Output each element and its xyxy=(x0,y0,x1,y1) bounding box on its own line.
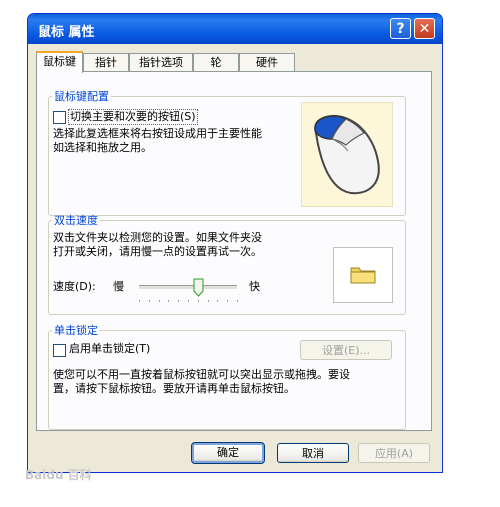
speed-label: 速度(D): xyxy=(53,280,96,293)
help-button[interactable]: ? xyxy=(390,18,411,39)
slider-tick xyxy=(237,300,238,302)
slider-tick xyxy=(158,300,160,302)
slider-tick xyxy=(197,300,199,302)
tab-pointers[interactable]: 指针 xyxy=(83,53,129,71)
slider-tick xyxy=(139,300,140,302)
button-configuration-legend: 鼠标键配置 xyxy=(54,90,109,103)
tab-hardware[interactable]: 硬件 xyxy=(239,53,295,71)
slider-tick xyxy=(178,300,180,302)
folder-icon xyxy=(350,267,376,284)
tab-panel: 鼠标键配置 切换主要和次要的按钮(S) 选择此复选框来将右按钮设成用于主要性能 … xyxy=(36,71,432,431)
cancel-button[interactable]: 取消 xyxy=(277,443,349,463)
click-lock-group: 单击锁定 启用单击锁定(T) 设置(E)... 使您可以不用一直按着鼠标按钮就可… xyxy=(48,322,406,430)
slider-tick xyxy=(217,300,219,302)
click-lock-legend: 单击锁定 xyxy=(54,324,98,337)
click-lock-description-line2: 置，请按下鼠标按钮。要放开请再单击鼠标按钮。 xyxy=(53,382,295,395)
help-icon: ? xyxy=(396,21,405,37)
slider-tick xyxy=(148,300,150,302)
click-lock-description-line1: 使您可以不用一直按着鼠标按钮就可以突出显示或拖拽。要设 xyxy=(53,368,350,381)
swap-description-line2: 如选择和拖放之用。 xyxy=(53,141,152,154)
mouse-properties-window: 鼠标 属性 ? ✕ 鼠标键 指针 指针选项 轮 硬件 鼠标键配置 切换主要和次要… xyxy=(27,13,443,473)
tab-wheel[interactable]: 轮 xyxy=(193,53,239,71)
swap-buttons-label[interactable]: 切换主要和次要的按钮(S) xyxy=(68,109,198,125)
tab-mouse-buttons[interactable]: 鼠标键 xyxy=(36,51,83,73)
speed-slow-label: 慢 xyxy=(113,280,124,293)
test-folder-area[interactable] xyxy=(333,247,393,303)
speed-slider-thumb[interactable] xyxy=(193,278,204,297)
slider-tick xyxy=(207,300,209,302)
swap-buttons-checkbox[interactable] xyxy=(53,111,66,124)
click-lock-settings-button[interactable]: 设置(E)... xyxy=(300,340,392,360)
slider-thumb-icon xyxy=(193,278,204,297)
double-click-legend: 双击速度 xyxy=(54,214,98,227)
button-configuration-group: 鼠标键配置 切换主要和次要的按钮(S) 选择此复选框来将右按钮设成用于主要性能 … xyxy=(48,88,406,216)
slider-tick xyxy=(188,300,189,302)
swap-description-line1: 选择此复选框来将右按钮设成用于主要性能 xyxy=(53,127,262,140)
mouse-illustration xyxy=(301,102,393,207)
double-click-description-line2: 打开或关闭，请用慢一点的设置再试一次。 xyxy=(53,245,262,258)
slider-tick xyxy=(227,300,229,302)
speed-slider-track[interactable] xyxy=(139,285,237,290)
speed-fast-label: 快 xyxy=(249,280,260,293)
double-click-group: 双击速度 双击文件夹以检测您的设置。如果文件夹没 打开或关闭，请用慢一点的设置再… xyxy=(48,212,406,315)
window-title: 鼠标 属性 xyxy=(38,25,95,40)
close-button[interactable]: ✕ xyxy=(414,18,435,39)
double-click-description-line1: 双击文件夹以检测您的设置。如果文件夹没 xyxy=(53,231,262,244)
mouse-icon xyxy=(314,115,380,195)
slider-tick xyxy=(168,300,170,302)
apply-button[interactable]: 应用(A) xyxy=(358,443,430,463)
tab-pointer-options[interactable]: 指针选项 xyxy=(129,53,193,71)
title-bar[interactable]: 鼠标 属性 ? ✕ xyxy=(28,14,442,44)
watermark-logo: Baidu 百科 xyxy=(25,468,92,482)
click-lock-label[interactable]: 启用单击锁定(T) xyxy=(69,342,150,356)
close-icon: ✕ xyxy=(418,21,431,37)
ok-button[interactable]: 确定 xyxy=(191,442,265,464)
click-lock-checkbox[interactable] xyxy=(53,344,66,357)
